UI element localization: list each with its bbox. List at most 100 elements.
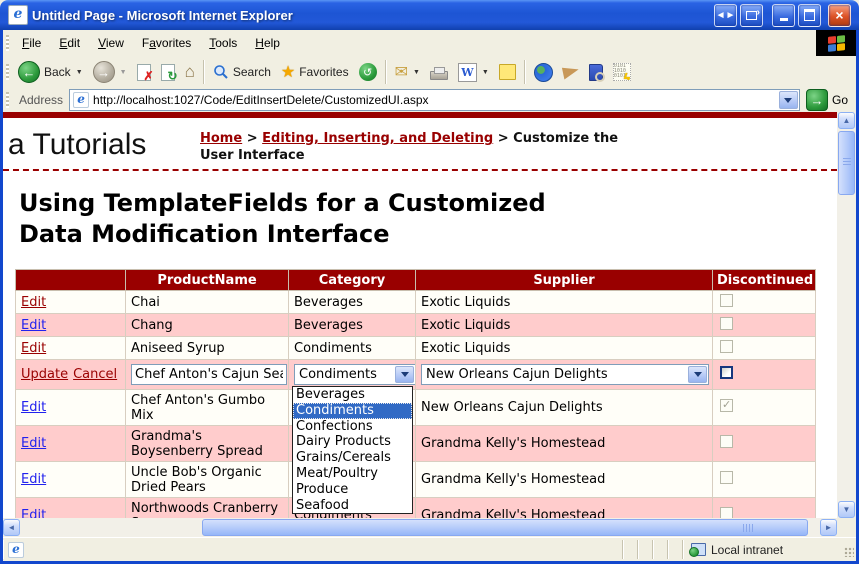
table-row: Update Cancel CondimentsNew Orleans Cajun …	[16, 360, 816, 390]
forward-dropdown-icon[interactable]: ▼	[120, 69, 127, 76]
edit-link[interactable]: Edit	[21, 400, 46, 415]
resize-grip[interactable]	[841, 540, 856, 559]
minimize-icon	[780, 18, 788, 21]
edit-link[interactable]: Edit	[21, 295, 46, 310]
standard-toolbar: ← Back ▼ → ▼ ✗ ↻ ⌂ Search ★ Favorites	[3, 56, 856, 89]
mail-button[interactable]: ✉ ▼	[390, 58, 425, 86]
breadcrumb-home-link[interactable]: Home	[200, 131, 242, 146]
menu-file[interactable]: File	[13, 32, 50, 54]
discontinued-cell	[713, 390, 816, 426]
word-icon: W	[458, 63, 477, 82]
breadcrumb: Home > Editing, Inserting, and Deleting …	[200, 130, 630, 164]
category-option[interactable]: Produce	[293, 482, 412, 498]
scroll-up-button[interactable]: ▲	[838, 112, 855, 129]
vertical-scroll-thumb[interactable]	[838, 131, 855, 195]
scroll-down-button[interactable]: ▼	[838, 501, 855, 518]
action-cell: Edit	[16, 390, 126, 426]
back-button[interactable]: ← Back ▼	[13, 58, 88, 86]
discontinued-cell	[713, 462, 816, 498]
edit-with-word-button[interactable]: W ▼	[453, 58, 494, 86]
column-header-ProductName: ProductName	[126, 270, 289, 291]
menu-help[interactable]: Help	[246, 32, 289, 54]
horizontal-scrollbar[interactable]: ◄ ►	[3, 518, 837, 537]
edit-link[interactable]: Edit	[21, 472, 46, 487]
edit-link[interactable]: Edit	[21, 436, 46, 451]
stop-icon: ✗	[137, 64, 151, 81]
menu-edit[interactable]: Edit	[50, 32, 89, 54]
address-url[interactable]: http://localhost:1027/Code/EditInsertDel…	[93, 93, 429, 107]
close-button[interactable]: ×	[828, 4, 851, 27]
edit-link[interactable]: Edit	[21, 341, 46, 356]
discuss-button[interactable]	[494, 58, 521, 86]
product-name-input[interactable]	[131, 364, 287, 385]
category-option[interactable]: Confections	[293, 419, 412, 435]
supplier-select[interactable]: New Orleans Cajun Delights	[421, 364, 709, 385]
chevron-down-icon[interactable]	[395, 366, 414, 383]
minimize-button[interactable]	[772, 4, 795, 27]
menu-bar: FileEditViewFavoritesToolsHelp	[3, 30, 856, 57]
category-option[interactable]: Seafood	[293, 498, 412, 514]
column-header-Category: Category	[289, 270, 416, 291]
product-cell: Grandma's Boysenberry Spread	[126, 426, 289, 462]
category-select[interactable]: Condiments	[294, 364, 416, 385]
breadcrumb-section-link[interactable]: Editing, Inserting, and Deleting	[262, 131, 493, 146]
category-option[interactable]: Dairy Products	[293, 434, 412, 450]
go-button[interactable]: → Go	[806, 89, 848, 111]
edit-link[interactable]: Edit	[21, 318, 46, 333]
back-dropdown-icon[interactable]: ▼	[76, 69, 83, 76]
refresh-button[interactable]: ↻	[156, 58, 180, 86]
cancel-link[interactable]: Cancel	[73, 367, 117, 382]
address-dropdown-button[interactable]	[779, 91, 798, 109]
status-zone-pane: Local intranet	[682, 540, 841, 559]
stop-button[interactable]: ✗	[132, 58, 156, 86]
category-option[interactable]: Meat/Poultry	[293, 466, 412, 482]
maximize-button[interactable]	[798, 4, 821, 27]
mail-dropdown-icon[interactable]: ▼	[413, 69, 420, 76]
status-page-icon: e	[8, 542, 24, 558]
toolbar-grip-3[interactable]	[6, 92, 9, 108]
toolbar-grip[interactable]	[6, 35, 9, 51]
vertical-scrollbar[interactable]: ▲ ▼	[837, 112, 856, 518]
pop-out-button[interactable]	[740, 4, 763, 27]
addon-messenger-button[interactable]: 010110100101ϟ	[608, 58, 636, 86]
favorites-button[interactable]: ★ Favorites	[276, 58, 354, 86]
discontinued-checkbox[interactable]	[720, 366, 733, 379]
close-icon: ×	[835, 8, 843, 22]
menu-tools[interactable]: Tools	[200, 32, 246, 54]
print-button[interactable]	[425, 58, 453, 86]
forward-button[interactable]: → ▼	[88, 58, 132, 86]
category-cell: Beverages	[289, 314, 416, 337]
category-option[interactable]: Grains/Cereals	[293, 450, 412, 466]
supplier-cell: Grandma Kelly's Homestead	[416, 498, 713, 519]
history-button[interactable]: ↺	[354, 58, 382, 86]
edit-link[interactable]: Edit	[21, 508, 46, 518]
menu-favorites[interactable]: Favorites	[133, 32, 200, 54]
discontinued-checkbox	[720, 317, 733, 330]
edit-dropdown-icon[interactable]: ▼	[482, 69, 489, 76]
supplier-cell: Exotic Liquids	[416, 314, 713, 337]
address-field[interactable]: e http://localhost:1027/Code/EditInsertD…	[69, 89, 800, 111]
addon-send-button[interactable]	[558, 58, 584, 86]
search-button[interactable]: Search	[208, 58, 276, 86]
scroll-left-button[interactable]: ◄	[3, 519, 20, 536]
supplier-cell: New Orleans Cajun Delights	[416, 390, 713, 426]
header-rule	[3, 112, 837, 118]
home-button[interactable]: ⌂	[180, 58, 200, 86]
category-option[interactable]: Condiments	[293, 403, 412, 419]
supplier-cell: Exotic Liquids	[416, 337, 713, 360]
update-link[interactable]: Update	[21, 367, 68, 382]
category-option[interactable]: Beverages	[293, 387, 412, 403]
forward-icon: →	[93, 61, 115, 83]
dashed-separator	[3, 169, 837, 171]
category-cell: Beverages	[289, 291, 416, 314]
pan-arrows-button[interactable]: ◄►	[714, 4, 737, 27]
menu-view[interactable]: View	[89, 32, 133, 54]
horizontal-scroll-thumb[interactable]	[202, 519, 808, 536]
toolbar-grip-2[interactable]	[6, 64, 9, 80]
scroll-right-button[interactable]: ►	[820, 519, 837, 536]
back-label: Back	[44, 65, 71, 79]
chevron-down-icon[interactable]	[688, 366, 707, 383]
addon-globe-button[interactable]	[529, 58, 558, 86]
windows-logo	[816, 30, 856, 56]
addon-research-button[interactable]	[584, 58, 608, 86]
